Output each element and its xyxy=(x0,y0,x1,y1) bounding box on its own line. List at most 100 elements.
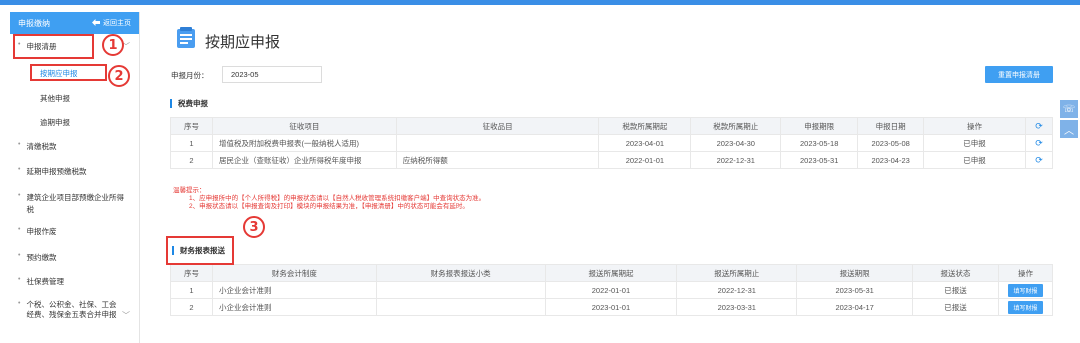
refresh-icon[interactable]: ⟳ xyxy=(1035,155,1043,165)
table-cell: 2022-12-31 xyxy=(690,151,782,169)
sidebar-item-label: 申报作废 xyxy=(26,227,57,236)
service-icon[interactable]: ☏ xyxy=(1060,100,1078,118)
table-cell: 2023-05-08 xyxy=(857,134,925,152)
bullet-icon: • xyxy=(18,252,21,259)
table-cell: 2 xyxy=(170,298,213,316)
bullet-icon: • xyxy=(18,300,21,307)
tax-table: 序号 征收项目 征收品目 税款所属期起 税款所属期止 申报期限 申报日期 操作 … xyxy=(170,117,1054,169)
table-cell: 2023-04-01 xyxy=(598,134,692,152)
page-title: 按期应申报 xyxy=(205,34,281,51)
column-header: 操作 xyxy=(923,117,1026,135)
table-cell: 2023-05-31 xyxy=(780,151,859,169)
floating-toolbar: ☏ ︿ xyxy=(1060,100,1080,140)
highlight-box-3 xyxy=(166,236,234,265)
column-header: 申报期限 xyxy=(780,117,859,135)
notice-line-1: 1、应申报所中的【个人所得税】的申报状态请以【自然人税收管理系统扣缴客户端】中查… xyxy=(189,195,486,202)
sidebar-item-label: 个税、公积金、社保、工会经费、残保金五表合并申报 xyxy=(26,300,117,319)
table-header-row: 序号 征收项目 征收品目 税款所属期起 税款所属期止 申报期限 申报日期 操作 … xyxy=(170,117,1054,135)
column-header: 操作 xyxy=(997,264,1054,282)
fill-report-button[interactable]: 填写财报 xyxy=(1008,300,1043,314)
sidebar: 申报缴纳 返回主页 • 申报清册 ﹀ 按期应申报 其他申报 逾期申报 • 清缴税… xyxy=(10,12,140,343)
main-content: 按期应申报 申报月份： 2023-05 重置申报清册 税费申报 序号 征收项目 … xyxy=(165,0,1060,343)
table-cell: 增值税及附加税费申报表(一般纳税人适用) xyxy=(211,134,397,152)
table-cell: 小企业会计准则 xyxy=(211,281,377,299)
table-cell: 2023-04-30 xyxy=(690,134,782,152)
finance-table: 序号 财务会计制度 财务报表报送小类 报送所属期起 报送所属期止 报送期限 报送… xyxy=(170,264,1054,316)
bullet-icon: • xyxy=(18,166,21,173)
sidebar-item-social[interactable]: • 社保费管理 xyxy=(10,276,138,287)
status-cell: 已申报 xyxy=(923,134,1026,152)
table-row: 2 小企业会计准则 2023-01-01 2023-03-31 2023-04-… xyxy=(170,298,1054,316)
back-home-link[interactable]: 返回主页 xyxy=(92,18,131,28)
sidebar-item-appointment[interactable]: • 预约缴款 xyxy=(10,252,138,263)
notice-box: 温馨提示： 1、应申报所中的【个人所得税】的申报状态请以【自然人税收管理系统扣缴… xyxy=(173,187,485,211)
table-cell: 2023-01-01 xyxy=(544,298,678,316)
table-row: 2 居民企业（查账征收）企业所得税年度申报 应纳税所得额 2022-01-01 … xyxy=(170,151,1054,169)
column-header: 财务会计制度 xyxy=(211,264,377,282)
column-header: 申报日期 xyxy=(857,117,925,135)
month-label: 申报月份： xyxy=(171,71,209,80)
table-cell xyxy=(375,281,546,299)
column-header: 报送状态 xyxy=(912,264,999,282)
sidebar-subitem-overdue[interactable]: 逾期申报 xyxy=(40,117,70,128)
sidebar-item-construction[interactable]: • 建筑企业项目部预缴企业所得税 xyxy=(10,192,138,216)
table-cell: 1 xyxy=(170,281,213,299)
fill-report-button[interactable]: 填写财报 xyxy=(1008,283,1043,297)
sidebar-item-label: 清缴税款 xyxy=(26,142,57,151)
table-cell: 应纳税所得额 xyxy=(395,151,600,169)
refresh-header[interactable]: ⟳ xyxy=(1024,117,1054,135)
table-cell: 小企业会计准则 xyxy=(211,298,377,316)
bullet-icon: • xyxy=(18,192,21,199)
table-cell: 2023-05-31 xyxy=(796,281,914,299)
sidebar-item-label: 延期申报预缴税款 xyxy=(26,167,87,176)
tax-section-title: 税费申报 xyxy=(170,99,208,108)
table-cell: 2022-01-01 xyxy=(544,281,678,299)
sidebar-item-deferred[interactable]: • 延期申报预缴税款 xyxy=(10,166,138,177)
refresh-icon[interactable]: ⟳ xyxy=(1035,121,1043,131)
bullet-icon: • xyxy=(18,226,21,233)
table-cell: 2023-04-23 xyxy=(857,151,925,169)
table-cell: 2 xyxy=(170,151,213,169)
table-row: 1 小企业会计准则 2022-01-01 2022-12-31 2023-05-… xyxy=(170,281,1054,299)
table-cell: 2023-03-31 xyxy=(676,298,798,316)
table-cell: 2022-12-31 xyxy=(676,281,798,299)
month-input[interactable]: 2023-05 xyxy=(222,66,322,83)
bullet-icon: • xyxy=(18,141,21,148)
table-cell: 2023-04-17 xyxy=(796,298,914,316)
sidebar-item-label: 预约缴款 xyxy=(26,253,57,262)
sidebar-title: 申报缴纳 xyxy=(18,18,50,28)
table-cell: 居民企业（查账征收）企业所得税年度申报 xyxy=(211,151,397,169)
column-header: 序号 xyxy=(170,264,213,282)
notice-line-2: 2、申报状态请以【申报查询及打印】模块的申报结果为准，【申报清册】中的状态可能会… xyxy=(189,203,469,210)
table-cell: 2022-01-01 xyxy=(598,151,692,169)
status-cell: 已申报 xyxy=(923,151,1026,169)
refresh-icon[interactable]: ⟳ xyxy=(1035,138,1043,148)
sidebar-item-clear-tax[interactable]: • 清缴税款 xyxy=(10,141,138,152)
report-icon xyxy=(176,27,196,49)
column-header: 财务报表报送小类 xyxy=(375,264,546,282)
table-cell: 1 xyxy=(170,134,213,152)
annotation-circle-2: 2 xyxy=(108,65,130,87)
table-cell xyxy=(395,134,600,152)
table-cell xyxy=(375,298,546,316)
sidebar-subitem-other[interactable]: 其他申报 xyxy=(40,93,70,104)
back-home-label: 返回主页 xyxy=(103,20,131,27)
sidebar-item-label: 社保费管理 xyxy=(26,277,64,286)
column-header: 序号 xyxy=(170,117,213,135)
sidebar-item-five-in-one[interactable]: • 个税、公积金、社保、工会经费、残保金五表合并申报 ﹀ xyxy=(10,300,138,320)
scroll-top-icon[interactable]: ︿ xyxy=(1060,120,1078,138)
sidebar-header: 申报缴纳 返回主页 xyxy=(10,12,139,34)
status-cell: 已报送 xyxy=(912,281,999,299)
column-header: 报送所属期止 xyxy=(676,264,798,282)
sidebar-item-void[interactable]: • 申报作废 xyxy=(10,226,138,237)
table-header-row: 序号 财务会计制度 财务报表报送小类 报送所属期起 报送所属期止 报送期限 报送… xyxy=(170,264,1054,282)
column-header: 征收项目 xyxy=(211,117,397,135)
reset-declaration-button[interactable]: 重置申报清册 xyxy=(985,66,1053,83)
column-header: 税款所属期止 xyxy=(690,117,782,135)
annotation-circle-1: 1 xyxy=(102,34,124,56)
highlight-box-2 xyxy=(30,64,107,81)
bullet-icon: • xyxy=(18,276,21,283)
sidebar-item-label: 建筑企业项目部预缴企业所得税 xyxy=(26,193,124,214)
chevron-down-icon: ﹀ xyxy=(122,311,130,320)
table-row: 1 增值税及附加税费申报表(一般纳税人适用) 2023-04-01 2023-0… xyxy=(170,134,1054,152)
